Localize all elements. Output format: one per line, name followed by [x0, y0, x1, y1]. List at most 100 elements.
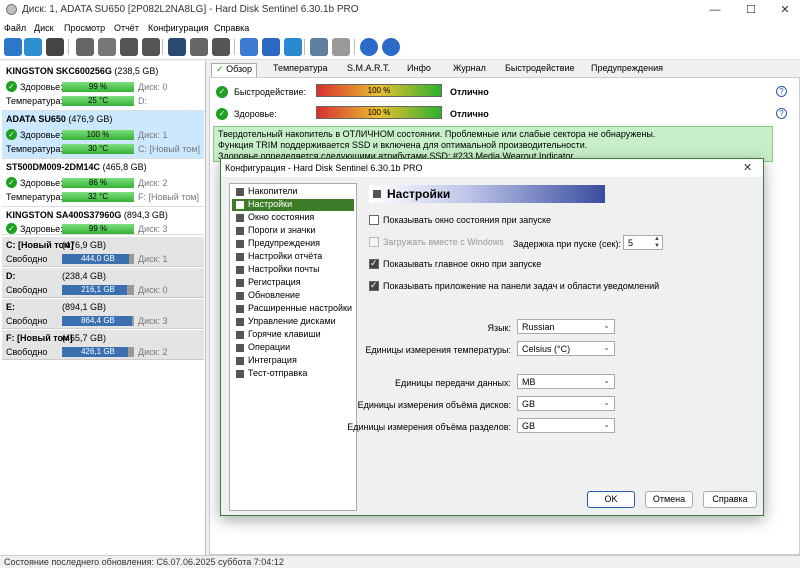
refresh-all-icon[interactable] — [24, 38, 42, 56]
mail-icon[interactable] — [262, 38, 280, 56]
menu-disk[interactable]: Диск — [34, 23, 54, 33]
refresh-icon[interactable] — [4, 38, 22, 56]
help-button[interactable]: Справка — [703, 491, 757, 508]
nav-item-integration[interactable]: Интеграция — [232, 355, 354, 367]
show-main-window-label: Показывать главное окно при запуске — [383, 259, 542, 269]
transfer-units-label: Единицы передачи данных: — [394, 378, 511, 388]
close-window-button[interactable]: ✕ — [770, 2, 800, 18]
printer-icon[interactable] — [212, 38, 230, 56]
volume-item-c[interactable]: C: [Новый том] (476,9 GB) Свободно 444,0… — [2, 237, 204, 267]
disk-item-kingston-skc600[interactable]: KINGSTON SKC600256G (238,5 GB) ✓ Здоровь… — [2, 63, 204, 111]
health-status: Отлично — [450, 109, 489, 119]
minimize-button[interactable]: — — [700, 2, 730, 18]
menu-configuration[interactable]: Конфигурация — [148, 23, 208, 33]
menu-help[interactable]: Справка — [214, 23, 249, 33]
surface-test-icon[interactable] — [98, 38, 116, 56]
free-label: Свободно — [6, 254, 48, 264]
nav-item-settings[interactable]: Настройки — [232, 199, 354, 211]
show-status-window-checkbox[interactable] — [369, 215, 379, 225]
dialog-close-icon[interactable]: ✕ — [743, 161, 752, 174]
nav-icon — [236, 201, 244, 209]
load-with-windows-checkbox[interactable] — [369, 237, 379, 247]
ok-button[interactable]: OK — [587, 491, 635, 508]
dialog-title: Конфигурация - Hard Disk Sentinel 6.30.1… — [225, 163, 423, 173]
tab-alerts[interactable]: Предупреждения — [591, 63, 663, 77]
nav-icon — [236, 266, 244, 274]
maximize-button[interactable]: ☐ — [736, 2, 766, 18]
info-icon[interactable] — [382, 38, 400, 56]
disk-name: KINGSTON SA400S37960G (894,3 GB) — [6, 210, 168, 220]
nav-item-drives[interactable]: Накопители — [232, 186, 354, 198]
nav-item-operations[interactable]: Операции — [232, 342, 354, 354]
volume-item-f[interactable]: F: [Новый том] (465,7 GB) Свободно 426,1… — [2, 330, 204, 360]
disk-index: Диск: 2 — [138, 178, 168, 188]
disk-check-icon[interactable] — [120, 38, 138, 56]
menu-report[interactable]: Отчёт — [114, 23, 139, 33]
nav-item-registration[interactable]: Регистрация — [232, 277, 354, 289]
tab-temperature[interactable]: Температура — [273, 63, 328, 77]
volume-size: (465,7 GB) — [62, 333, 107, 343]
nav-icon — [236, 214, 244, 222]
nav-item-report-settings[interactable]: Настройки отчёта — [232, 251, 354, 263]
disk-volume: F: [Новый том] — [138, 192, 199, 202]
startup-delay-spinner[interactable]: 5 ▲ ▼ — [623, 235, 663, 250]
nav-item-advanced[interactable]: Расширенные настройки — [232, 303, 354, 315]
disk-remove-icon[interactable] — [142, 38, 160, 56]
nav-item-alerts[interactable]: Предупреждения — [232, 238, 354, 250]
tools-icon[interactable] — [190, 38, 208, 56]
disk-index: Диск: 3 — [138, 224, 168, 234]
cancel-button[interactable]: Отмена — [645, 491, 693, 508]
tab-performance[interactable]: Быстродействие — [505, 63, 575, 77]
nav-item-hotkeys[interactable]: Горячие клавиши — [232, 329, 354, 341]
volume-disk: Диск: 3 — [138, 316, 168, 326]
show-taskbar-checkbox[interactable] — [369, 280, 379, 291]
tab-log[interactable]: Журнал — [453, 63, 486, 77]
send-report-icon[interactable] — [284, 38, 302, 56]
tab-info[interactable]: Инфо — [407, 63, 431, 77]
disk-info-icon[interactable] — [46, 38, 64, 56]
nav-item-status-window[interactable]: Окно состояния — [232, 212, 354, 224]
volume-disk: Диск: 2 — [138, 347, 168, 357]
nav-item-disk-management[interactable]: Управление дисками — [232, 316, 354, 328]
help-icon[interactable]: ? — [776, 108, 787, 119]
help-icon[interactable]: ? — [776, 86, 787, 97]
disk-units-select[interactable]: GB ⌄ — [517, 396, 615, 411]
nav-item-test-send[interactable]: Тест-отправка — [232, 368, 354, 380]
settings-gear-icon[interactable] — [310, 38, 328, 56]
tab-smart[interactable]: S.M.A.R.T. — [347, 63, 390, 77]
show-main-window-checkbox[interactable] — [369, 258, 379, 269]
temperature-label: Температура: — [6, 192, 64, 202]
disk-item-st500dm009[interactable]: ST500DM009-2DM14C (465,8 GB) ✓ Здоровье:… — [2, 159, 204, 207]
toolbar — [0, 36, 800, 60]
spin-up-icon[interactable]: ▲ — [654, 236, 660, 242]
nav-icon — [236, 188, 244, 196]
volume-name: E: — [6, 302, 15, 312]
partition-units-select[interactable]: GB ⌄ — [517, 418, 615, 433]
transfer-units-select[interactable]: MB ⌄ — [517, 374, 615, 389]
status-line: Твердотельный накопитель в ОТЛИЧНОМ сост… — [218, 129, 656, 139]
language-select[interactable]: Russian ⌄ — [517, 319, 615, 334]
tab-overview[interactable]: ✓ Обзор — [211, 63, 258, 77]
toolbar-separator — [68, 39, 69, 55]
alert-settings-icon[interactable] — [332, 38, 350, 56]
menu-file[interactable]: Файл — [4, 23, 26, 33]
disk-test-icon[interactable] — [76, 38, 94, 56]
check-ok-icon: ✓ — [6, 177, 17, 188]
network-drive-icon[interactable] — [168, 38, 186, 56]
temperature-units-select[interactable]: Celsius (°C) ⌄ — [517, 341, 615, 356]
nav-item-thresholds[interactable]: Пороги и значки — [232, 225, 354, 237]
report-icon[interactable] — [240, 38, 258, 56]
nav-item-mail-settings[interactable]: Настройки почты — [232, 264, 354, 276]
help-icon[interactable] — [360, 38, 378, 56]
disk-item-kingston-sa400[interactable]: KINGSTON SA400S37960G (894,3 GB) ✓ Здоро… — [2, 207, 204, 235]
volume-item-d[interactable]: D: (238,4 GB) Свободно 216,1 GB Диск: 0 — [2, 268, 204, 298]
health-bar: 99 % — [62, 82, 134, 92]
health-bar: 100 % — [316, 106, 442, 119]
spin-down-icon[interactable]: ▼ — [654, 243, 660, 249]
volume-item-e[interactable]: E: (894,1 GB) Свободно 864,4 GB Диск: 3 — [2, 299, 204, 329]
disk-item-adata-su650[interactable]: ADATA SU650 (476,9 GB) ✓ Здоровье: 100 %… — [2, 111, 204, 159]
nav-item-update[interactable]: Обновление — [232, 290, 354, 302]
menu-view[interactable]: Просмотр — [64, 23, 105, 33]
check-ok-icon: ✓ — [6, 129, 17, 140]
free-space-bar: 426,1 GB — [62, 347, 134, 357]
